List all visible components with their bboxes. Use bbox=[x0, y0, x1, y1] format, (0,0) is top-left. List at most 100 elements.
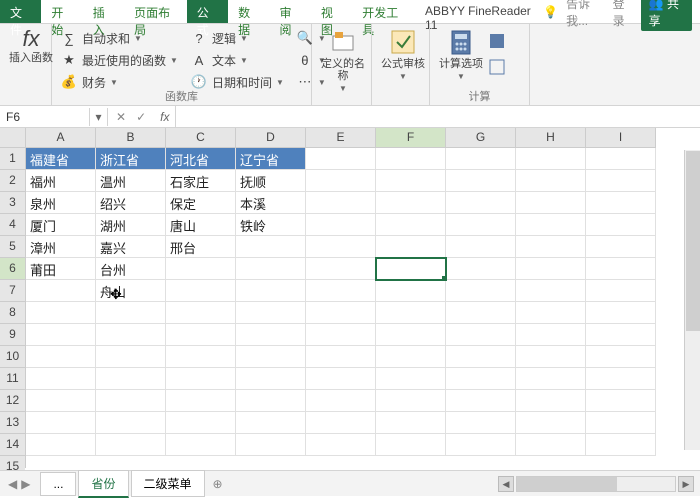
row-header-3[interactable]: 3 bbox=[0, 192, 25, 214]
cell[interactable]: 福建省 bbox=[26, 148, 96, 170]
row-header-14[interactable]: 14 bbox=[0, 434, 25, 456]
cell[interactable] bbox=[586, 170, 656, 192]
col-header-A[interactable]: A bbox=[26, 128, 96, 148]
cell[interactable] bbox=[376, 214, 446, 236]
cell[interactable] bbox=[96, 412, 166, 434]
cell[interactable] bbox=[306, 434, 376, 456]
cell[interactable] bbox=[306, 390, 376, 412]
cell[interactable] bbox=[96, 302, 166, 324]
cell[interactable] bbox=[166, 434, 236, 456]
cell[interactable] bbox=[306, 346, 376, 368]
col-header-B[interactable]: B bbox=[96, 128, 166, 148]
tab-dev[interactable]: 开发工具 bbox=[352, 0, 415, 23]
cell[interactable] bbox=[306, 280, 376, 302]
cell[interactable] bbox=[376, 280, 446, 302]
cell[interactable] bbox=[96, 390, 166, 412]
cell[interactable] bbox=[166, 390, 236, 412]
tab-insert[interactable]: 插入 bbox=[83, 0, 124, 23]
row-header-9[interactable]: 9 bbox=[0, 324, 25, 346]
cell[interactable]: 嘉兴 bbox=[96, 236, 166, 258]
cell[interactable]: 铁岭 bbox=[236, 214, 306, 236]
formula-audit-button[interactable]: 公式审核 ▼ bbox=[378, 26, 428, 81]
cell[interactable] bbox=[586, 148, 656, 170]
cell[interactable] bbox=[96, 324, 166, 346]
row-header-11[interactable]: 11 bbox=[0, 368, 25, 390]
cell[interactable] bbox=[586, 412, 656, 434]
cell[interactable] bbox=[306, 302, 376, 324]
cell[interactable] bbox=[376, 434, 446, 456]
name-box-dropdown[interactable]: ▾ bbox=[90, 108, 108, 126]
col-header-C[interactable]: C bbox=[166, 128, 236, 148]
tab-view[interactable]: 视图 bbox=[311, 0, 352, 23]
cell-grid[interactable]: ✥ 福建省浙江省河北省辽宁省福州温州石家庄抚顺泉州绍兴保定本溪厦门湖州唐山铁岭漳… bbox=[26, 148, 700, 468]
cell[interactable]: 河北省 bbox=[166, 148, 236, 170]
tell-me[interactable]: 告诉我... bbox=[566, 0, 604, 29]
cell[interactable] bbox=[306, 148, 376, 170]
cell[interactable] bbox=[586, 324, 656, 346]
tab-layout[interactable]: 页面布局 bbox=[124, 0, 187, 23]
scroll-thumb[interactable] bbox=[686, 151, 700, 331]
cell[interactable]: 莆田 bbox=[26, 258, 96, 280]
cell[interactable] bbox=[516, 302, 586, 324]
cell[interactable] bbox=[516, 148, 586, 170]
cancel-icon[interactable]: ✕ bbox=[116, 110, 126, 124]
row-header-1[interactable]: 1 bbox=[0, 148, 25, 170]
cell[interactable]: 台州 bbox=[96, 258, 166, 280]
cell[interactable] bbox=[236, 346, 306, 368]
cell[interactable] bbox=[306, 170, 376, 192]
row-header-6[interactable]: 6 bbox=[0, 258, 25, 280]
cell[interactable] bbox=[306, 214, 376, 236]
cell[interactable] bbox=[26, 412, 96, 434]
row-header-4[interactable]: 4 bbox=[0, 214, 25, 236]
calc-sheet-icon[interactable] bbox=[488, 58, 506, 76]
cell[interactable] bbox=[586, 390, 656, 412]
cell[interactable] bbox=[516, 258, 586, 280]
tab-data[interactable]: 数据 bbox=[228, 0, 269, 23]
scroll-left-button[interactable]: ◀ bbox=[498, 476, 514, 492]
vertical-scrollbar[interactable] bbox=[684, 150, 700, 450]
add-sheet-button[interactable]: ⊕ bbox=[205, 473, 231, 495]
cell[interactable] bbox=[376, 170, 446, 192]
cell[interactable] bbox=[586, 368, 656, 390]
cell[interactable] bbox=[306, 258, 376, 280]
cell[interactable] bbox=[96, 434, 166, 456]
tab-file[interactable]: 文件 bbox=[0, 0, 41, 23]
cell[interactable] bbox=[586, 434, 656, 456]
text-fn-button[interactable]: A文本▼ bbox=[188, 50, 286, 70]
cell[interactable] bbox=[26, 302, 96, 324]
cell[interactable] bbox=[446, 258, 516, 280]
cell[interactable] bbox=[236, 302, 306, 324]
sheet-nav-prev[interactable]: ◀ bbox=[8, 477, 17, 491]
cell[interactable] bbox=[26, 324, 96, 346]
cell[interactable] bbox=[236, 324, 306, 346]
cell[interactable]: 本溪 bbox=[236, 192, 306, 214]
cell[interactable] bbox=[96, 346, 166, 368]
cell[interactable] bbox=[306, 368, 376, 390]
cell[interactable] bbox=[376, 236, 446, 258]
cell[interactable] bbox=[516, 324, 586, 346]
cell[interactable] bbox=[446, 434, 516, 456]
cell[interactable] bbox=[446, 192, 516, 214]
formula-input[interactable] bbox=[175, 106, 700, 127]
row-header-12[interactable]: 12 bbox=[0, 390, 25, 412]
col-header-E[interactable]: E bbox=[306, 128, 376, 148]
cell[interactable] bbox=[516, 170, 586, 192]
cell[interactable] bbox=[236, 258, 306, 280]
cell[interactable]: 漳州 bbox=[26, 236, 96, 258]
name-box[interactable]: F6 bbox=[0, 108, 90, 126]
cell[interactable] bbox=[516, 214, 586, 236]
cell[interactable]: 湖州 bbox=[96, 214, 166, 236]
cell[interactable] bbox=[446, 302, 516, 324]
col-header-I[interactable]: I bbox=[586, 128, 656, 148]
sheet-tab-1[interactable]: 省份 bbox=[78, 470, 128, 498]
sheet-tab-dots[interactable]: ... bbox=[40, 472, 76, 496]
cell[interactable]: 温州 bbox=[96, 170, 166, 192]
cell[interactable] bbox=[376, 412, 446, 434]
scroll-right-button[interactable]: ▶ bbox=[678, 476, 694, 492]
select-all-corner[interactable] bbox=[0, 128, 26, 148]
cell[interactable] bbox=[26, 434, 96, 456]
autosum-button[interactable]: ∑自动求和▼ bbox=[58, 28, 180, 48]
cell[interactable]: 厦门 bbox=[26, 214, 96, 236]
cell[interactable] bbox=[586, 236, 656, 258]
cell[interactable]: 抚顺 bbox=[236, 170, 306, 192]
